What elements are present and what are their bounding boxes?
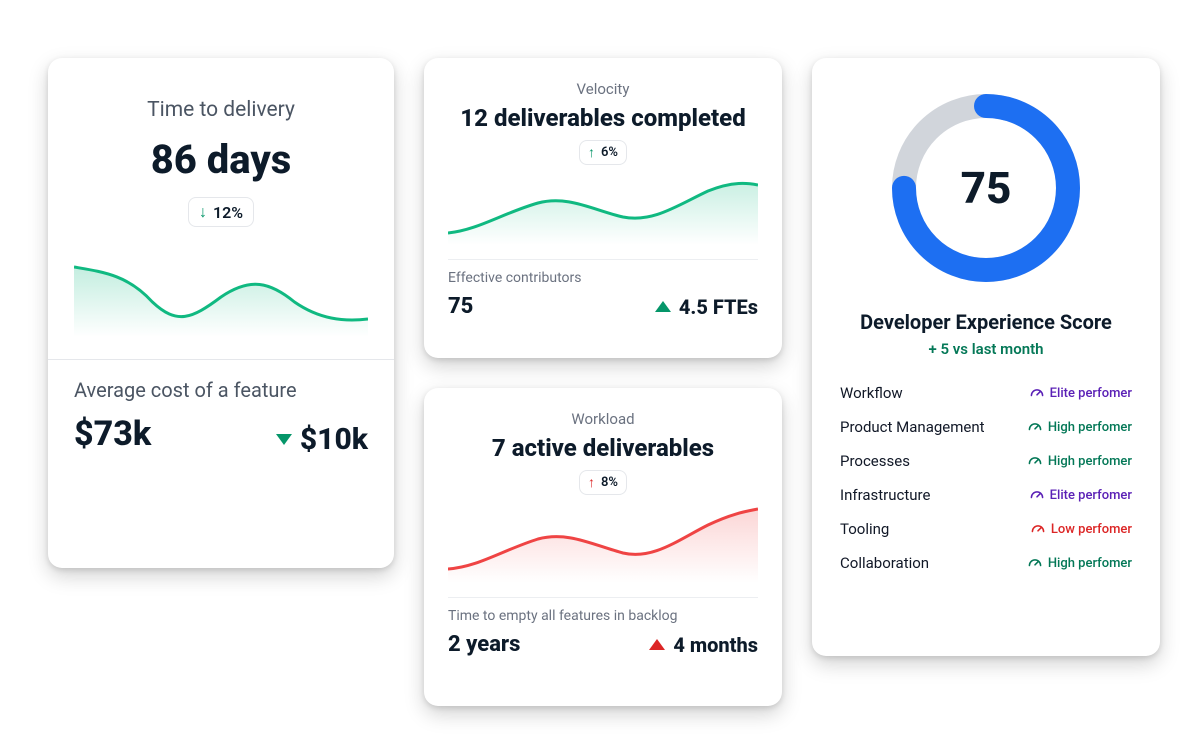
dx-row-perf-text: Elite perfomer bbox=[1050, 386, 1132, 401]
arrow-up-icon: ↑ bbox=[588, 144, 595, 161]
delivery-sparkline bbox=[74, 247, 368, 337]
dx-row-perf-text: High perfomer bbox=[1048, 454, 1132, 469]
gauge-icon bbox=[1030, 488, 1044, 503]
velocity-sub-delta: 4.5 FTEs bbox=[655, 295, 758, 319]
velocity-sub-value: 75 bbox=[448, 294, 473, 319]
dx-row-perf-text: Low perfomer bbox=[1051, 522, 1132, 537]
card-time-to-delivery: Time to delivery 86 days ↓ 12% Average c… bbox=[48, 58, 394, 568]
velocity-sub-title: Effective contributors bbox=[448, 270, 758, 286]
dx-row-label: Collaboration bbox=[840, 554, 929, 572]
dx-row-perf-text: High perfomer bbox=[1048, 556, 1132, 571]
velocity-title: Velocity bbox=[448, 80, 758, 98]
delivery-cost-delta: $10k bbox=[276, 422, 368, 457]
dx-row-perf-text: High perfomer bbox=[1048, 420, 1132, 435]
arrow-up-icon: ↑ bbox=[588, 474, 595, 491]
dx-row-label: Infrastructure bbox=[840, 486, 930, 504]
dx-row: Processes High perfomer bbox=[840, 452, 1132, 470]
triangle-up-icon bbox=[649, 639, 665, 650]
dx-row-performance: Low perfomer bbox=[1031, 522, 1132, 537]
card-workload: Workload 7 active deliverables ↑ 8% Time… bbox=[424, 388, 782, 706]
dx-score-value: 75 bbox=[886, 88, 1086, 288]
arrow-down-icon: ↓ bbox=[199, 202, 207, 222]
velocity-sparkline bbox=[448, 175, 758, 245]
dx-row-label: Workflow bbox=[840, 384, 903, 402]
delivery-title: Time to delivery bbox=[74, 98, 368, 122]
card-velocity: Velocity 12 deliverables completed ↑ 6% … bbox=[424, 58, 782, 358]
dx-row: Product Management High perfomer bbox=[840, 418, 1132, 436]
velocity-change-badge: ↑ 6% bbox=[579, 140, 627, 165]
delivery-value: 86 days bbox=[74, 136, 368, 183]
workload-sub-value: 2 years bbox=[448, 632, 520, 657]
divider bbox=[448, 597, 758, 598]
dx-category-list: Workflow Elite perfomer Product Management… bbox=[840, 384, 1132, 572]
gauge-icon bbox=[1031, 522, 1045, 537]
delivery-cost-title: Average cost of a feature bbox=[74, 378, 368, 402]
workload-change-badge: ↑ 8% bbox=[579, 470, 627, 495]
workload-sub-delta: 4 months bbox=[649, 633, 758, 657]
dx-row-label: Product Management bbox=[840, 418, 985, 436]
card-dx-score: 75 Developer Experience Score + 5 vs las… bbox=[812, 58, 1160, 656]
workload-sparkline bbox=[448, 505, 758, 583]
dx-row: Workflow Elite perfomer bbox=[840, 384, 1132, 402]
dx-row-perf-text: Elite perfomer bbox=[1050, 488, 1132, 503]
dx-row: Collaboration High perfomer bbox=[840, 554, 1132, 572]
delivery-change-pct: 12% bbox=[213, 203, 243, 222]
dx-donut-chart: 75 bbox=[886, 88, 1086, 288]
dx-row-label: Processes bbox=[840, 452, 910, 470]
dx-row-performance: Elite perfomer bbox=[1030, 386, 1132, 401]
dx-row-label: Tooling bbox=[840, 520, 889, 538]
dx-row: Tooling Low perfomer bbox=[840, 520, 1132, 538]
gauge-icon bbox=[1028, 454, 1042, 469]
gauge-icon bbox=[1028, 556, 1042, 571]
triangle-down-icon bbox=[276, 434, 292, 445]
velocity-change-pct: 6% bbox=[601, 145, 618, 160]
dx-row-performance: High perfomer bbox=[1028, 454, 1132, 469]
dx-title: Developer Experience Score bbox=[840, 310, 1132, 334]
dx-row-performance: Elite perfomer bbox=[1030, 488, 1132, 503]
divider bbox=[448, 259, 758, 260]
workload-sub-title: Time to empty all features in backlog bbox=[448, 608, 758, 624]
triangle-up-icon bbox=[655, 301, 671, 312]
dx-row-performance: High perfomer bbox=[1028, 420, 1132, 435]
gauge-icon bbox=[1028, 420, 1042, 435]
workload-title: Workload bbox=[448, 410, 758, 428]
gauge-icon bbox=[1030, 386, 1044, 401]
workload-change-pct: 8% bbox=[601, 475, 618, 490]
velocity-value: 12 deliverables completed bbox=[448, 104, 758, 132]
divider bbox=[48, 359, 394, 360]
delivery-change-badge: ↓ 12% bbox=[188, 197, 254, 227]
dx-row: Infrastructure Elite perfomer bbox=[840, 486, 1132, 504]
dx-row-performance: High perfomer bbox=[1028, 556, 1132, 571]
workload-value: 7 active deliverables bbox=[448, 434, 758, 462]
delivery-cost-value: $73k bbox=[74, 414, 151, 454]
dx-subtitle: + 5 vs last month bbox=[840, 340, 1132, 358]
